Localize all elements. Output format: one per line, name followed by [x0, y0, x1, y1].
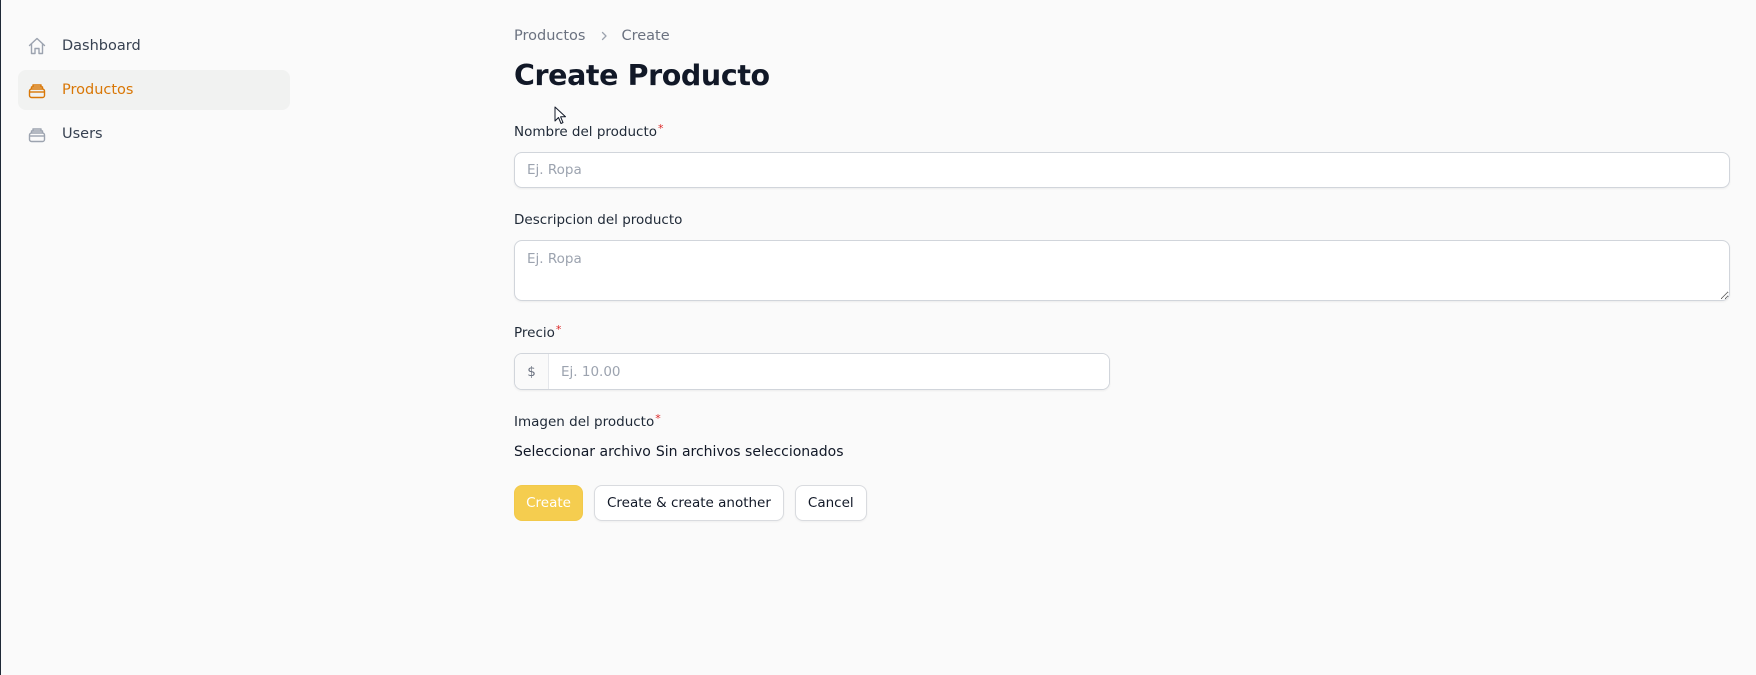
chevron-right-icon: [599, 31, 609, 41]
breadcrumb-link-productos[interactable]: Productos: [514, 28, 585, 44]
sidebar: Dashboard Productos Users: [18, 26, 290, 158]
field-nombre: Nombre del producto *: [514, 122, 1730, 188]
sidebar-item-dashboard[interactable]: Dashboard: [18, 26, 290, 66]
precio-label-text: Precio: [514, 325, 555, 341]
file-input: Seleccionar archivo Sin archivos selecci…: [514, 442, 1730, 462]
sidebar-item-label: Users: [62, 126, 103, 142]
descripcion-label: Descripcion del producto: [514, 212, 1730, 230]
currency-prefix: $: [515, 354, 549, 389]
nombre-label: Nombre del producto *: [514, 122, 1730, 142]
required-mark: *: [658, 122, 664, 135]
create-button[interactable]: Create: [514, 485, 583, 521]
main-content: Productos Create Create Producto Nombre …: [514, 26, 1730, 521]
home-icon: [27, 36, 47, 56]
precio-input-group: $: [514, 353, 1110, 390]
imagen-label: Imagen del producto *: [514, 412, 1730, 432]
stack-icon: [27, 80, 47, 100]
cancel-button[interactable]: Cancel: [794, 485, 867, 521]
create-another-button[interactable]: Create & create another: [594, 485, 784, 521]
page-title: Create Producto: [514, 59, 770, 92]
select-file-button[interactable]: Seleccionar archivo: [514, 444, 651, 460]
nombre-label-text: Nombre del producto: [514, 124, 658, 140]
descripcion-label-text: Descripcion del producto: [514, 212, 683, 228]
form-actions: Create Create & create another Cancel: [514, 485, 1730, 521]
file-status-text: Sin archivos seleccionados: [655, 444, 844, 460]
mouse-cursor-icon: [554, 106, 566, 124]
precio-label: Precio *: [514, 323, 1730, 343]
sidebar-item-users[interactable]: Users: [18, 114, 290, 154]
field-descripcion: Descripcion del producto: [514, 212, 1730, 301]
field-imagen: Imagen del producto * Seleccionar archivo…: [514, 412, 1730, 462]
stack-icon: [27, 124, 47, 144]
imagen-label-text: Imagen del producto: [514, 414, 655, 430]
required-mark: *: [655, 412, 661, 425]
field-precio: Precio * $: [514, 323, 1730, 390]
precio-input[interactable]: [549, 354, 1109, 389]
sidebar-item-label: Dashboard: [62, 38, 141, 54]
breadcrumb-current: Create: [621, 28, 670, 44]
descripcion-textarea[interactable]: [514, 240, 1730, 301]
nombre-input[interactable]: [514, 152, 1730, 188]
breadcrumb: Productos Create: [514, 26, 1730, 46]
required-mark: *: [555, 323, 562, 336]
sidebar-item-productos[interactable]: Productos: [18, 70, 290, 110]
app-window: Dashboard Productos Users Productos Crea…: [0, 0, 1756, 675]
sidebar-item-label: Productos: [62, 82, 134, 98]
